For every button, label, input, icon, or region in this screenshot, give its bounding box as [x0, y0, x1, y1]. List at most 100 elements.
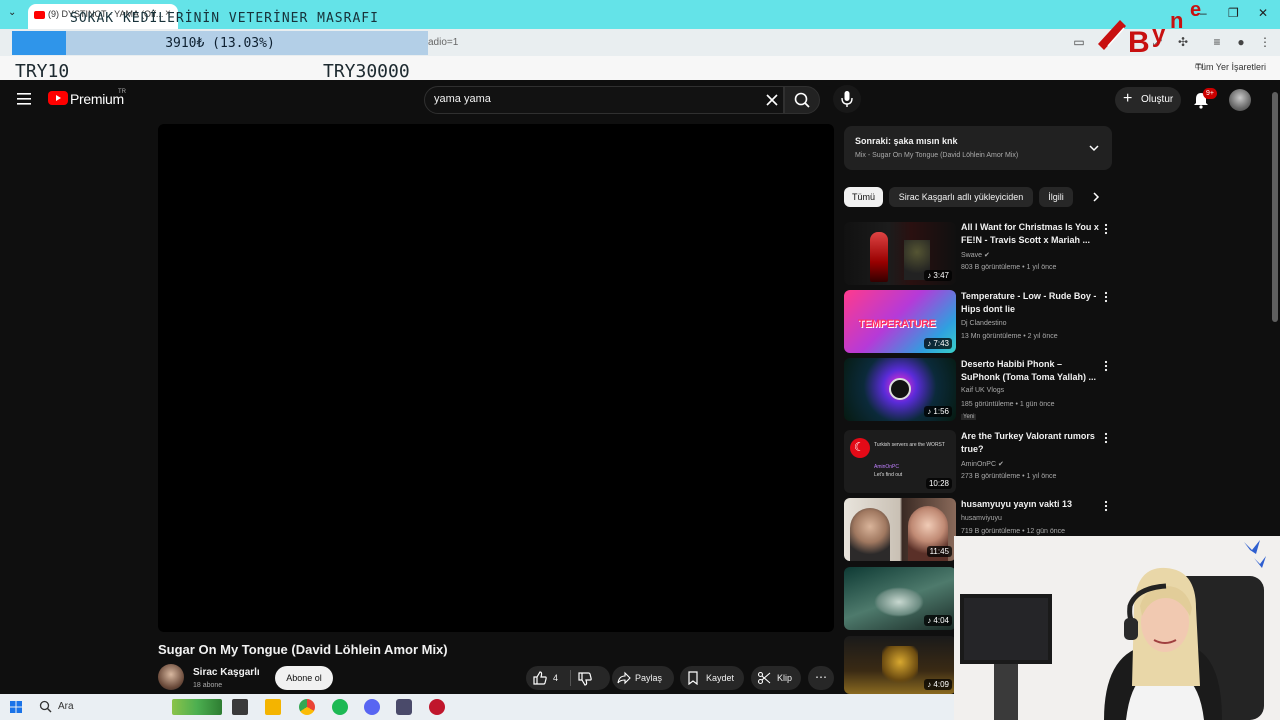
clear-search-icon[interactable]: [763, 91, 781, 109]
news-widget-icon[interactable]: [172, 699, 222, 715]
more-vertical-icon[interactable]: [1102, 432, 1110, 444]
rec-thumbnail[interactable]: ♪ 4:09: [844, 636, 956, 694]
discord-icon[interactable]: [364, 699, 380, 715]
create-button[interactable]: + Oluştur: [1115, 87, 1181, 113]
donation-goal-title: SOKAK KEDİLERİNİN VETERİNER MASRAFI: [70, 11, 379, 26]
chrome-icon[interactable]: [299, 699, 315, 715]
scrollbar[interactable]: [1270, 80, 1280, 536]
rec-title[interactable]: Are the Turkey Valorant rumors true?: [961, 430, 1101, 456]
like-dislike-group: 4: [526, 666, 610, 690]
up-next-title: Sonraki: şaka mısın knk: [855, 136, 958, 146]
file-explorer-icon[interactable]: [265, 699, 281, 715]
rec-thumbnail[interactable]: ☾ Turkish servers are the WORST AminOnPC…: [844, 430, 956, 493]
chip-related[interactable]: İlgili: [1039, 187, 1073, 207]
up-next-panel[interactable]: Sonraki: şaka mısın knk Mix - Sugar On M…: [844, 126, 1112, 170]
donation-goal-max: TRY30000: [323, 61, 410, 82]
rec-channel[interactable]: husamviyuyu: [961, 515, 1002, 522]
rec-channel[interactable]: Kaif UK Vlogs: [961, 387, 1004, 394]
youtube-logo-icon[interactable]: [48, 91, 68, 105]
tab-list-icon[interactable]: ⌄: [8, 7, 16, 18]
save-label: Kaydet: [706, 673, 735, 683]
rec-thumbnail[interactable]: ♪ 1:56: [844, 358, 956, 421]
logo-region: TR: [118, 89, 126, 95]
share-button[interactable]: Paylaş: [612, 666, 674, 690]
pill-divider: [570, 670, 571, 686]
windows-start-icon[interactable]: [10, 701, 22, 713]
rec-thumbnail[interactable]: TEMPERATURE ♪ 7:43: [844, 290, 956, 353]
account-avatar[interactable]: [1229, 89, 1251, 111]
subscribe-button[interactable]: Abone ol: [275, 666, 333, 690]
webcam-overlay: [954, 536, 1280, 720]
video-player[interactable]: [158, 124, 834, 632]
chip-all[interactable]: Tümü: [844, 187, 883, 207]
rec-title[interactable]: All I Want for Christmas Is You x FE!N -…: [961, 221, 1101, 247]
rec-duration: ♪ 3:47: [924, 270, 952, 281]
window-close-icon[interactable]: ✕: [1258, 6, 1268, 20]
share-label: Paylaş: [635, 673, 663, 683]
rec-thumbnail[interactable]: ♪ 3:47: [844, 222, 956, 285]
thumb-text: Let's find out: [874, 472, 903, 478]
video-title: Sugar On My Tongue (David Löhlein Amor M…: [158, 642, 448, 657]
clip-button[interactable]: Klip: [751, 666, 801, 690]
save-button[interactable]: Kaydet: [680, 666, 744, 690]
search-input[interactable]: [434, 93, 734, 105]
rec-channel[interactable]: Dj Clandestino: [961, 320, 1007, 327]
more-actions-button[interactable]: ⋯: [808, 666, 834, 690]
svg-text:B: B: [1128, 26, 1150, 59]
app-icon[interactable]: [396, 699, 412, 715]
dislike-icon[interactable]: [577, 671, 593, 687]
channel-name[interactable]: Sirac Kaşgarlı: [193, 667, 260, 678]
rec-duration: 10:28: [925, 478, 952, 489]
rec-duration: 11:45: [926, 546, 952, 557]
clip-label: Klip: [777, 673, 793, 683]
rec-channel[interactable]: AminOnPC ✔: [961, 460, 1004, 468]
like-icon[interactable]: [532, 670, 548, 686]
chip-from-uploader[interactable]: Sirac Kaşgarlı adlı yükleyiciden: [889, 187, 1033, 207]
browser-menu-icon[interactable]: ⋮: [1258, 35, 1272, 49]
rec-channel[interactable]: Swave ✔: [961, 251, 990, 259]
bookmarks-bar: ▭ Tüm Yer İşaretleri: [0, 56, 1280, 80]
more-vertical-icon[interactable]: [1102, 223, 1110, 235]
scrollbar-thumb[interactable]: [1272, 92, 1278, 322]
more-vertical-icon[interactable]: [1102, 291, 1110, 303]
rec-channel-name: AminOnPC: [961, 461, 997, 468]
profile-icon[interactable]: ●: [1234, 35, 1248, 49]
rec-title[interactable]: Deserto Habibi Phonk – SuPhonk (Toma Tom…: [961, 358, 1101, 384]
url-text[interactable]: adio=1: [428, 37, 458, 48]
search-icon: [794, 92, 810, 108]
rec-meta: 273 B görüntüleme • 1 yıl önce: [961, 473, 1057, 480]
rec-duration: ♪ 4:09: [924, 679, 952, 690]
rec-thumbnail[interactable]: 11:45: [844, 498, 956, 561]
streamer-logo: B y n e: [1098, 0, 1201, 59]
chevron-down-icon[interactable]: [1088, 142, 1100, 154]
search-button[interactable]: [784, 86, 820, 114]
voice-search-button[interactable]: [833, 85, 861, 113]
rec-thumbnail[interactable]: ♪ 4:04: [844, 567, 956, 630]
search-icon[interactable]: [39, 700, 52, 713]
more-horizontal-icon: ⋯: [815, 670, 827, 684]
chevron-right-icon[interactable]: [1090, 191, 1102, 203]
taskbar-search-label[interactable]: Ara: [58, 701, 74, 712]
create-label: Oluştur: [1141, 94, 1174, 105]
rec-title[interactable]: Temperature - Low - Rude Boy - Hips dont…: [961, 290, 1101, 316]
svg-text:n: n: [1170, 8, 1183, 33]
share-arrow-icon: [617, 671, 631, 685]
more-vertical-icon[interactable]: [1102, 500, 1110, 512]
rec-meta: 719 B görüntüleme • 12 gün önce: [961, 528, 1066, 535]
thumb-text: AminOnPC: [874, 464, 900, 470]
logo-text[interactable]: Premium: [70, 91, 124, 107]
more-vertical-icon[interactable]: [1102, 360, 1110, 372]
thumb-figure: [874, 587, 924, 617]
rec-meta: 803 B görüntüleme • 1 yıl önce: [961, 264, 1057, 271]
rec-title[interactable]: husamyuyu yayın vakti 13: [961, 498, 1101, 511]
search-box[interactable]: [424, 86, 784, 114]
cast-icon[interactable]: ▭: [1072, 35, 1086, 49]
obs-icon[interactable]: [429, 699, 445, 715]
menu-icon[interactable]: [16, 91, 32, 107]
plus-icon: +: [1123, 90, 1133, 107]
spotify-icon[interactable]: [332, 699, 348, 715]
task-view-icon[interactable]: [232, 699, 248, 715]
up-next-subtitle: Mix - Sugar On My Tongue (David Löhlein …: [855, 152, 1019, 159]
youtube-favicon-icon: [34, 11, 45, 19]
channel-avatar[interactable]: [158, 664, 184, 690]
